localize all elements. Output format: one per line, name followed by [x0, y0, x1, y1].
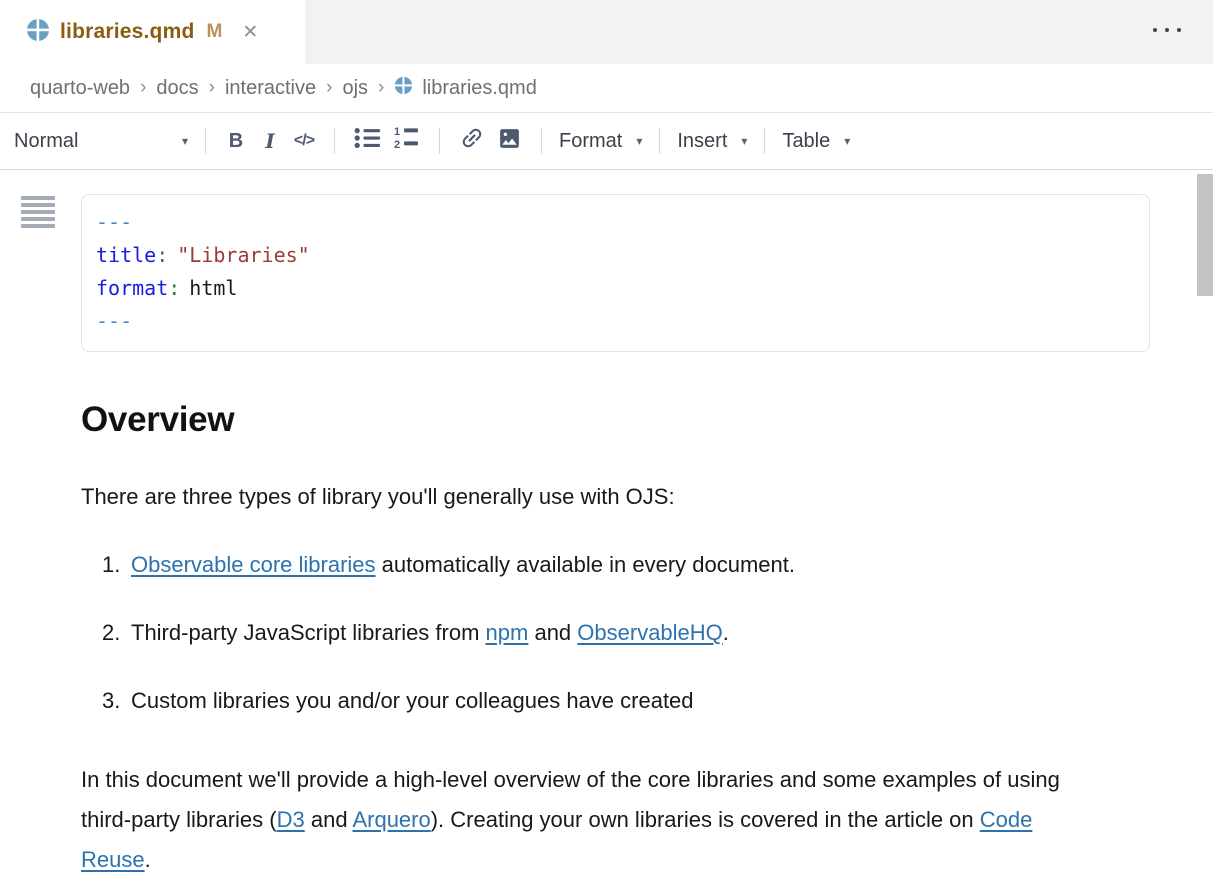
- list-item-text: Third-party JavaScript libraries from np…: [131, 618, 729, 648]
- list-item-text: Observable core libraries automatically …: [131, 550, 795, 580]
- list-item: 3. Custom libraries you and/or your coll…: [102, 686, 1213, 716]
- list-number: 1.: [102, 550, 131, 580]
- observable-core-libraries-link[interactable]: Observable core libraries: [131, 552, 376, 577]
- close-icon[interactable]: ✕: [242, 23, 258, 42]
- format-menu[interactable]: Format ▾: [555, 130, 646, 153]
- breadcrumb-item-interactive[interactable]: interactive: [225, 77, 316, 100]
- toolbar-divider: [439, 128, 440, 154]
- italic-button[interactable]: I: [253, 123, 287, 159]
- italic-icon: I: [265, 129, 274, 153]
- block-drag-handle-icon[interactable]: [21, 196, 55, 231]
- chevron-down-icon: ▾: [636, 134, 642, 148]
- scrollbar-thumb[interactable]: [1197, 174, 1213, 296]
- quarto-icon: [394, 76, 413, 101]
- toolbar-divider: [334, 128, 335, 154]
- yaml-title-line: title:"Libraries": [96, 239, 1135, 272]
- breadcrumb-item-ojs[interactable]: ojs: [342, 77, 368, 100]
- list-number: 2.: [102, 618, 131, 648]
- numbered-list-button[interactable]: 1 2: [387, 123, 426, 159]
- paragraph-style-select[interactable]: Normal ▾: [14, 130, 192, 153]
- bold-icon: B: [229, 130, 243, 153]
- d3-link[interactable]: D3: [277, 807, 305, 832]
- code-button[interactable]: </>: [287, 123, 321, 159]
- chevron-right-icon: ›: [326, 77, 332, 99]
- table-menu[interactable]: Table ▾: [778, 130, 854, 153]
- yaml-delimiter: ---: [96, 305, 1135, 338]
- list-item: 2. Third-party JavaScript libraries from…: [102, 618, 1213, 648]
- bold-button[interactable]: B: [219, 123, 253, 159]
- toolbar-divider: [541, 128, 542, 154]
- svg-text:1: 1: [394, 126, 400, 138]
- npm-link[interactable]: npm: [486, 620, 529, 645]
- observablehq-link[interactable]: ObservableHQ: [577, 620, 723, 645]
- breadcrumb-item-docs[interactable]: docs: [156, 77, 198, 100]
- bulleted-list-icon: [354, 126, 381, 156]
- breadcrumb-item-file[interactable]: libraries.qmd: [394, 76, 536, 101]
- tab-libraries-qmd[interactable]: libraries.qmd M ✕: [0, 0, 305, 64]
- chevron-down-icon: ▾: [182, 134, 188, 148]
- svg-text:2: 2: [394, 139, 400, 151]
- list-number: 3.: [102, 686, 131, 716]
- yaml-delimiter: ---: [96, 206, 1135, 239]
- insert-image-button[interactable]: [491, 123, 528, 159]
- breadcrumb-file-label: libraries.qmd: [422, 77, 536, 100]
- overview-heading: Overview: [81, 400, 1213, 440]
- chevron-right-icon: ›: [209, 77, 215, 99]
- list-item-text: Custom libraries you and/or your colleag…: [131, 686, 694, 716]
- bulleted-list-button[interactable]: [348, 123, 387, 159]
- arquero-link[interactable]: Arquero: [352, 807, 430, 832]
- tab-bar: libraries.qmd M ✕: [0, 0, 1213, 64]
- closing-paragraph: In this document we'll provide a high-le…: [81, 760, 1099, 880]
- insert-menu-label: Insert: [677, 130, 727, 153]
- breadcrumb-item-quarto-web[interactable]: quarto-web: [30, 77, 130, 100]
- format-menu-label: Format: [559, 130, 622, 153]
- tab-title: libraries.qmd: [60, 20, 194, 44]
- insert-menu[interactable]: Insert ▾: [673, 130, 751, 153]
- link-icon: [459, 125, 485, 157]
- visual-editor-canvas[interactable]: --- title:"Libraries" format:html --- Ov…: [0, 170, 1213, 889]
- table-menu-label: Table: [782, 130, 830, 153]
- paragraph-style-value: Normal: [14, 130, 78, 153]
- list-item: 1. Observable core libraries automatical…: [102, 550, 1213, 580]
- editor-toolbar: Normal ▾ B I </> 1 2: [0, 112, 1213, 170]
- ordered-list: 1. Observable core libraries automatical…: [102, 550, 1213, 716]
- more-actions-icon[interactable]: [1149, 24, 1185, 36]
- toolbar-divider: [764, 128, 765, 154]
- toolbar-divider: [205, 128, 206, 154]
- chevron-down-icon: ▾: [741, 134, 747, 148]
- image-icon: [497, 126, 522, 157]
- numbered-list-icon: 1 2: [393, 125, 420, 157]
- yaml-front-matter-block[interactable]: --- title:"Libraries" format:html ---: [81, 194, 1150, 352]
- yaml-format-line: format:html: [96, 272, 1135, 305]
- code-icon: </>: [294, 132, 314, 150]
- insert-link-button[interactable]: [453, 123, 491, 159]
- chevron-right-icon: ›: [140, 77, 146, 99]
- modified-badge: M: [206, 21, 222, 43]
- breadcrumb: quarto-web › docs › interactive › ojs › …: [0, 64, 1213, 112]
- chevron-down-icon: ▾: [844, 134, 850, 148]
- quarto-icon: [26, 18, 50, 47]
- toolbar-divider: [659, 128, 660, 154]
- chevron-right-icon: ›: [378, 77, 384, 99]
- intro-paragraph: There are three types of library you'll …: [81, 482, 1213, 512]
